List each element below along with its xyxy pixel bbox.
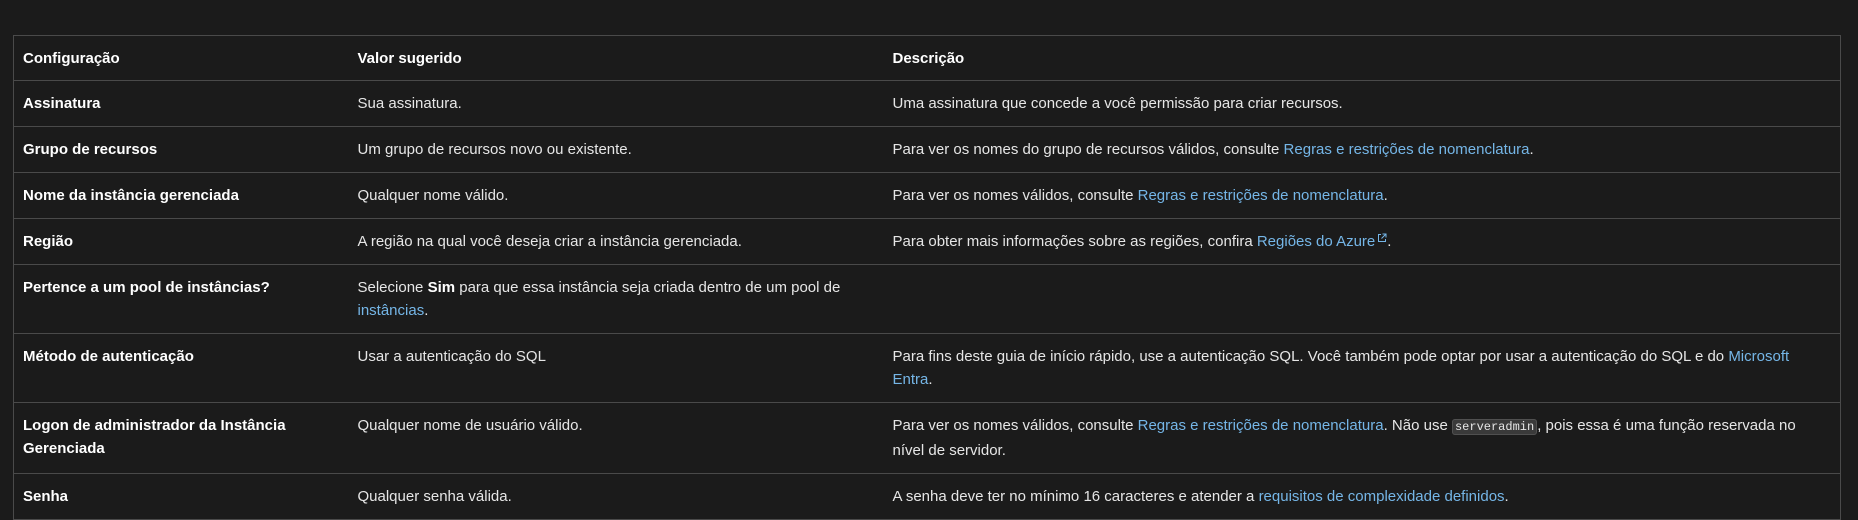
- description: Para ver os nomes válidos, consulte Regr…: [883, 172, 1841, 219]
- suggested-value: Um grupo de recursos novo ou existente.: [348, 126, 884, 173]
- table-row: Logon de administrador da Instância Gere…: [13, 402, 1841, 474]
- table-header-row: Configuração Valor sugerido Descrição: [13, 35, 1841, 81]
- description-text: .: [1529, 141, 1534, 158]
- naming-rules-link[interactable]: Regras e restrições de nomenclatura: [1284, 141, 1530, 158]
- suggested-value: Qualquer nome de usuário válido.: [348, 402, 884, 474]
- table-row: Método de autenticação Usar a autenticaç…: [13, 333, 1841, 403]
- setting-name: Senha: [13, 473, 349, 520]
- description-text: . Não use: [1383, 417, 1452, 434]
- description-text: .: [928, 371, 933, 388]
- setting-name: Assinatura: [13, 80, 349, 127]
- description-text: .: [1387, 233, 1392, 250]
- azure-regions-link-label: Regiões do Azure: [1256, 233, 1376, 250]
- description: Para obter mais informações sobre as reg…: [883, 218, 1841, 265]
- description: Para ver os nomes do grupo de recursos v…: [883, 126, 1841, 173]
- description-text: Para ver os nomes válidos, consulte: [892, 187, 1138, 204]
- setting-name: Nome da instância gerenciada: [13, 172, 349, 219]
- settings-table: Configuração Valor sugerido Descrição As…: [13, 35, 1841, 520]
- setting-name: Método de autenticação: [13, 333, 349, 403]
- azure-regions-link[interactable]: Regiões do Azure: [1257, 233, 1387, 250]
- description-text: Para ver os nomes válidos, consulte: [892, 417, 1138, 434]
- description-text: Para ver os nomes do grupo de recursos v…: [892, 141, 1284, 158]
- description-text: A senha deve ter no mínimo 16 caracteres…: [892, 488, 1259, 505]
- table-row: Assinatura Sua assinatura. Uma assinatur…: [13, 80, 1841, 127]
- naming-rules-link[interactable]: Regras e restrições de nomenclatura: [1138, 187, 1384, 204]
- header-setting: Configuração: [13, 35, 349, 81]
- setting-name: Região: [13, 218, 349, 265]
- table-row: Nome da instância gerenciada Qualquer no…: [13, 172, 1841, 219]
- value-text: .: [424, 302, 429, 319]
- description-text: Para obter mais informações sobre as reg…: [892, 233, 1257, 250]
- table-row: Pertence a um pool de instâncias? Seleci…: [13, 264, 1841, 334]
- table-row: Senha Qualquer senha válida. A senha dev…: [13, 473, 1841, 520]
- setting-name: Logon de administrador da Instância Gere…: [13, 402, 349, 474]
- suggested-value: Qualquer senha válida.: [348, 473, 884, 520]
- value-text: Selecione: [357, 279, 428, 296]
- description: Para fins deste guia de início rápido, u…: [883, 333, 1841, 403]
- description-text: .: [1383, 187, 1388, 204]
- naming-rules-link[interactable]: Regras e restrições de nomenclatura: [1138, 417, 1384, 434]
- header-suggested-value: Valor sugerido: [348, 35, 884, 81]
- description-text: .: [1504, 488, 1509, 505]
- settings-table-container: Configuração Valor sugerido Descrição As…: [13, 35, 1841, 520]
- suggested-value: Qualquer nome válido.: [348, 172, 884, 219]
- inline-code: serveradmin: [1451, 419, 1538, 435]
- table-row: Região A região na qual você deseja cria…: [13, 218, 1841, 265]
- description: A senha deve ter no mínimo 16 caracteres…: [883, 473, 1841, 520]
- value-bold: Sim: [427, 279, 456, 296]
- header-description: Descrição: [883, 35, 1841, 81]
- suggested-value: A região na qual você deseja criar a ins…: [348, 218, 884, 265]
- setting-name: Grupo de recursos: [13, 126, 349, 173]
- suggested-value: Selecione Sim para que essa instância se…: [348, 264, 884, 334]
- table-row: Grupo de recursos Um grupo de recursos n…: [13, 126, 1841, 173]
- description: Uma assinatura que concede a você permis…: [883, 80, 1841, 127]
- setting-name: Pertence a um pool de instâncias?: [13, 264, 349, 334]
- value-text: para que essa instância seja criada dent…: [455, 279, 841, 296]
- complexity-requirements-link[interactable]: requisitos de complexidade definidos: [1259, 488, 1505, 505]
- instance-pools-link[interactable]: instâncias: [358, 302, 425, 319]
- suggested-value: Sua assinatura.: [348, 80, 884, 127]
- description: [883, 264, 1841, 334]
- external-link-icon: [1378, 233, 1387, 242]
- description-text: Para fins deste guia de início rápido, u…: [892, 348, 1729, 365]
- description: Para ver os nomes válidos, consulte Regr…: [883, 402, 1841, 474]
- suggested-value: Usar a autenticação do SQL: [348, 333, 884, 403]
